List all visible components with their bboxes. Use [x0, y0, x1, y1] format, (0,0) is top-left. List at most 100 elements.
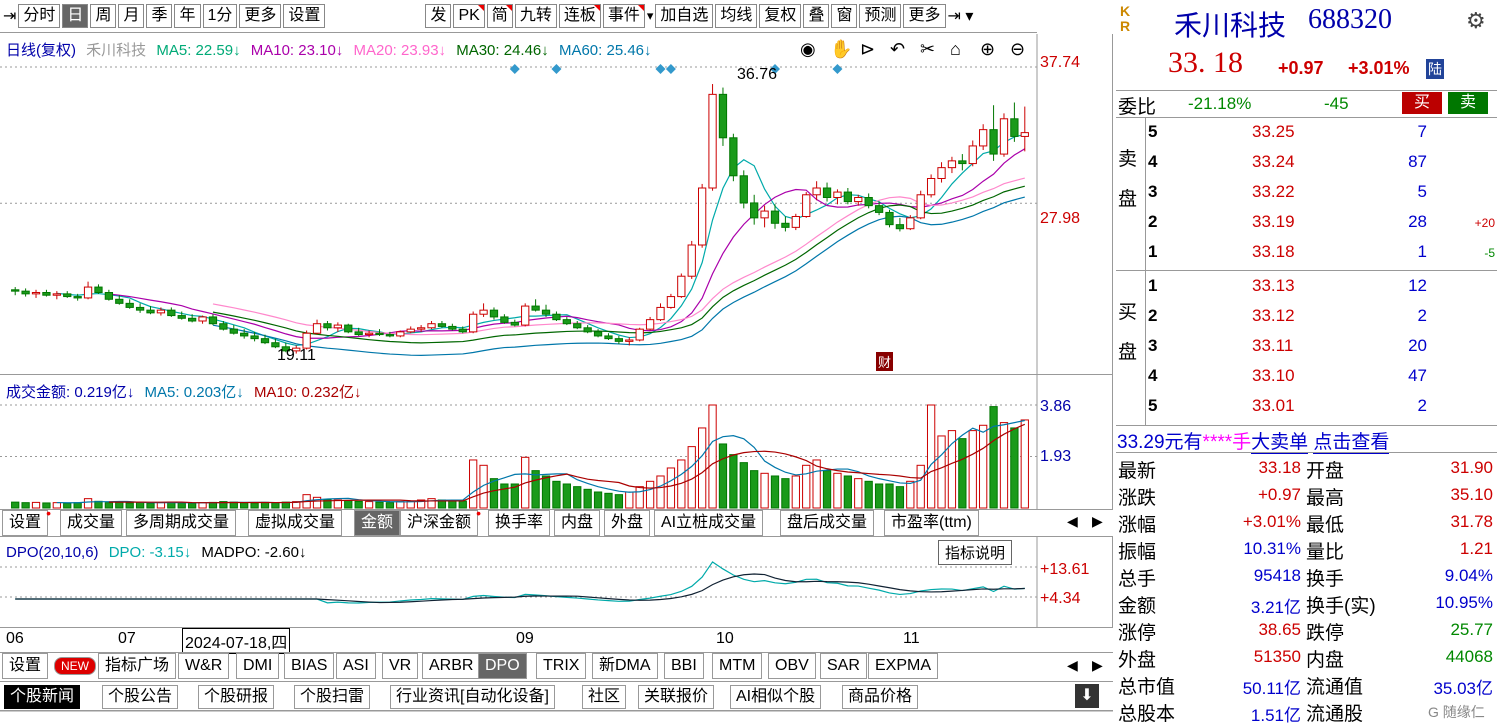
indicator-tab-0[interactable]: 设置 — [2, 653, 49, 679]
ask-row[interactable]: 2 33.19 28 +20 — [1116, 212, 1497, 238]
toolbar-button-12[interactable]: 九转 — [514, 4, 557, 28]
volume-bar — [385, 502, 395, 509]
toolbar-button-20[interactable]: 预测 — [859, 4, 902, 28]
news-tab-1[interactable]: 个股公告 — [102, 685, 179, 709]
toolbar-button-21[interactable]: 更多 — [903, 4, 946, 28]
ask-row[interactable]: 1 33.18 1 -5 — [1116, 242, 1497, 268]
toolbar-button-13[interactable]: 连板 — [558, 4, 601, 28]
panel-tab-6[interactable]: 换手率 — [488, 510, 551, 536]
toolbar-button-15[interactable]: 加自选 — [655, 4, 714, 28]
news-tab-6[interactable]: 关联报价 — [638, 685, 715, 709]
buy-button[interactable]: 买 — [1402, 92, 1442, 114]
toolbar-button-9[interactable]: 发 — [425, 4, 452, 28]
indicator-tab-3[interactable]: W&R — [178, 653, 230, 679]
panel-tab-4[interactable]: 金额 — [354, 510, 401, 536]
panel-tab-0[interactable]: 设置 — [2, 501, 51, 536]
toolbar-button-18[interactable]: 叠 — [803, 4, 830, 28]
scissors-icon[interactable]: ✂ — [920, 40, 935, 58]
indicator-tooltip[interactable]: 指标说明 — [938, 540, 1013, 565]
undo-icon[interactable]: ↶ — [890, 40, 905, 58]
toolbar-button-4[interactable]: 季 — [146, 4, 173, 28]
toolbar-button-8[interactable]: 设置 — [283, 4, 326, 28]
eye-icon[interactable]: ◉ — [800, 40, 816, 58]
panel-tab-8[interactable]: 外盘 — [604, 510, 651, 536]
play-icon[interactable]: ⊳ — [860, 40, 875, 58]
hand-icon[interactable]: ✋ — [830, 40, 852, 58]
news-tab-5[interactable]: 社区 — [582, 685, 627, 709]
zoom-in-icon[interactable]: ⊕ — [980, 40, 995, 58]
toolbar-button-14[interactable]: 事件 — [602, 4, 645, 28]
big-order-link[interactable]: 点击查看 — [1313, 432, 1390, 454]
toolbar-button-5[interactable]: 年 — [174, 4, 201, 28]
toolbar-left-icon[interactable]: ⇥ — [3, 6, 16, 26]
ask-row[interactable]: 5 33.25 7 — [1116, 122, 1497, 148]
news-tab-3[interactable]: 个股扫雷 — [294, 685, 371, 709]
lock-icon[interactable]: ⌂ — [950, 40, 961, 58]
toolbar-button-11[interactable]: 简 — [486, 4, 513, 28]
indicator-tab-14[interactable]: OBV — [768, 653, 816, 679]
indicator-tab-7[interactable]: VR — [382, 653, 419, 679]
toolbar-button-10[interactable]: PK — [453, 4, 485, 28]
sell-button[interactable]: 卖 — [1448, 92, 1488, 114]
kline-chart[interactable] — [0, 34, 1113, 374]
toolbar-button-6[interactable]: 1分 — [202, 4, 238, 28]
zoom-out-icon[interactable]: ⊖ — [1010, 40, 1025, 58]
news-tab-2[interactable]: 个股研报 — [198, 685, 275, 709]
toolbar-button-3[interactable]: 月 — [118, 4, 145, 28]
news-tab-8[interactable]: 商品价格 — [842, 685, 919, 709]
toolbar-button-17[interactable]: 复权 — [759, 4, 802, 28]
financial-marker[interactable]: 财 — [876, 352, 894, 371]
ask-row[interactable]: 4 33.24 87 — [1116, 152, 1497, 178]
volume-panel[interactable]: 成交金额: 0.219亿↓ MA5: 0.203亿↓ MA10: 0.232亿↓… — [0, 374, 1113, 510]
indicator-tab-5[interactable]: BIAS — [284, 653, 335, 679]
ask-row[interactable]: 3 33.22 5 — [1116, 182, 1497, 208]
indicator-scroll-right-icon[interactable]: ▶ — [1092, 657, 1103, 674]
indicator-tab-2[interactable]: 指标广场 — [98, 653, 177, 679]
gear-icon[interactable]: ⚙ — [1466, 8, 1486, 34]
indicator-tab-1[interactable]: NEW — [54, 657, 96, 675]
bid-row[interactable]: 1 33.13 12 — [1116, 276, 1497, 302]
panel-tab-7[interactable]: 内盘 — [554, 510, 601, 536]
bid-row[interactable]: 2 33.12 2 — [1116, 306, 1497, 332]
news-tab-4[interactable]: 行业资讯[自动化设备] — [390, 685, 555, 709]
indicator-tab-12[interactable]: BBI — [664, 653, 704, 679]
scroll-left-icon[interactable]: ◀ — [1067, 513, 1078, 530]
panel-tab-3[interactable]: 虚拟成交量 — [248, 510, 343, 536]
bid-row[interactable]: 5 33.01 2 — [1116, 396, 1497, 422]
big-order-row[interactable]: 33.29元有****手大卖单 点击查看 — [1117, 427, 1390, 454]
dpo-legend-madpo: MADPO: -2.60↓ — [201, 544, 307, 561]
bid-row[interactable]: 3 33.11 20 — [1116, 336, 1497, 362]
panel-tab-2[interactable]: 多周期成交量 — [126, 510, 237, 536]
toolbar-button-16[interactable]: 均线 — [715, 4, 758, 28]
indicator-tab-8[interactable]: ARBR — [422, 653, 481, 679]
chevron-down-icon[interactable]: ▾ — [647, 8, 654, 24]
bid-row[interactable]: 4 33.10 47 — [1116, 366, 1497, 392]
indicator-tab-15[interactable]: SAR — [820, 653, 867, 679]
toolbar-button-7[interactable]: 更多 — [239, 4, 282, 28]
indicator-tab-16[interactable]: EXPMA — [868, 653, 939, 679]
panel-tab-10[interactable]: 盘后成交量 — [780, 510, 875, 536]
panel-tab-11[interactable]: 市盈率(ttm) — [884, 510, 979, 536]
toolbar-button-2[interactable]: 周 — [90, 4, 117, 28]
indicator-tab-11[interactable]: 新DMA — [592, 653, 658, 679]
indicator-scroll-left-icon[interactable]: ◀ — [1067, 657, 1078, 674]
news-tab-0[interactable]: 个股新闻 — [4, 685, 81, 709]
indicator-tab-6[interactable]: ASI — [336, 653, 376, 679]
scroll-right-icon[interactable]: ▶ — [1092, 513, 1103, 530]
download-icon[interactable]: ⬇ — [1075, 684, 1099, 708]
indicator-tab-13[interactable]: MTM — [712, 653, 763, 679]
panel-tab-5[interactable]: 沪深金额 — [400, 501, 481, 536]
kline-panel[interactable]: 日线(复权) 禾川科技 MA5: 22.59↓ MA10: 23.10↓ MA2… — [0, 34, 1113, 374]
indicator-tab-9[interactable]: DPO — [478, 653, 527, 679]
indicator-tab-10[interactable]: TRIX — [536, 653, 587, 679]
indicator-tab-4[interactable]: DMI — [236, 653, 280, 679]
news-tab-7[interactable]: AI相似个股 — [730, 685, 822, 709]
toolbar-button-1[interactable]: 日 — [62, 4, 89, 28]
panel-tab-1[interactable]: 成交量 — [60, 510, 123, 536]
ask-price: 33.24 — [1252, 152, 1295, 171]
toolbar-button-0[interactable]: 分时 — [18, 4, 61, 28]
toolbar-button-19[interactable]: 窗 — [831, 4, 858, 28]
toolbar-end-icon[interactable]: ⇥ ▾ — [948, 6, 974, 26]
candle-body — [302, 332, 311, 349]
panel-tab-9[interactable]: AI立桩成交量 — [654, 510, 764, 536]
